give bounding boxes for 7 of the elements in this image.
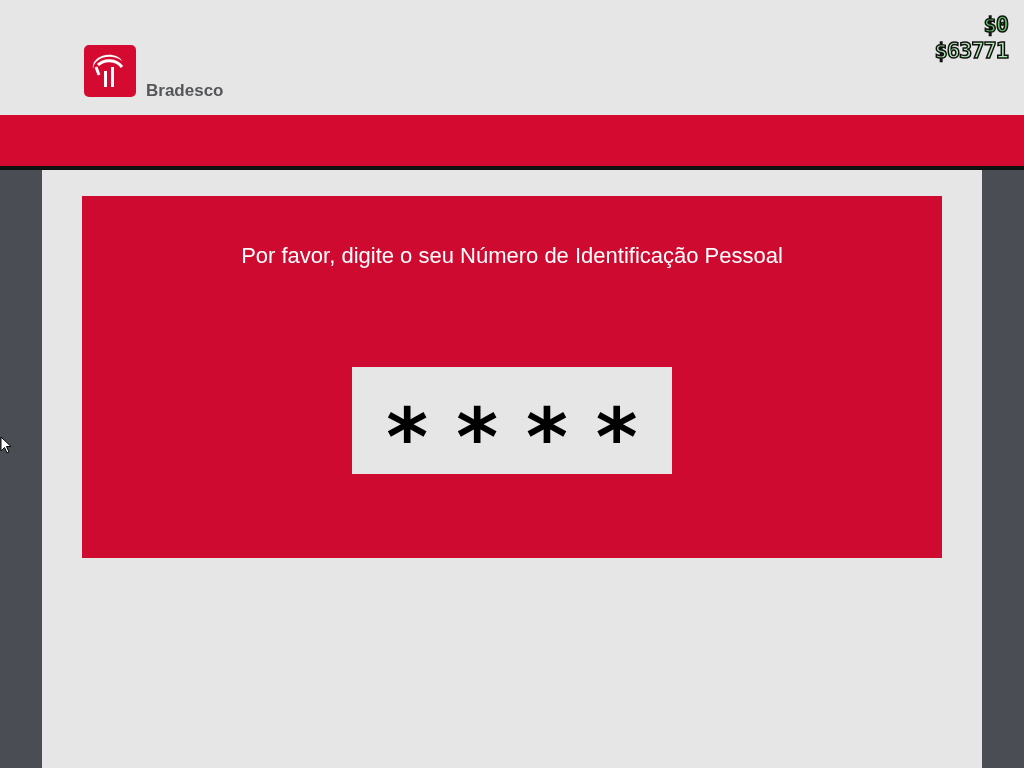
- brand-name: Bradesco: [146, 82, 224, 99]
- pin-prompt: Por favor, digite o seu Número de Identificação Pessoal: [241, 243, 783, 269]
- cursor-icon: [0, 436, 12, 454]
- bank-logo-icon: [84, 45, 136, 97]
- cash-amount: $0: [983, 12, 1008, 38]
- bank-balance: $63771: [934, 38, 1008, 64]
- pin-field[interactable]: * * * *: [352, 367, 672, 474]
